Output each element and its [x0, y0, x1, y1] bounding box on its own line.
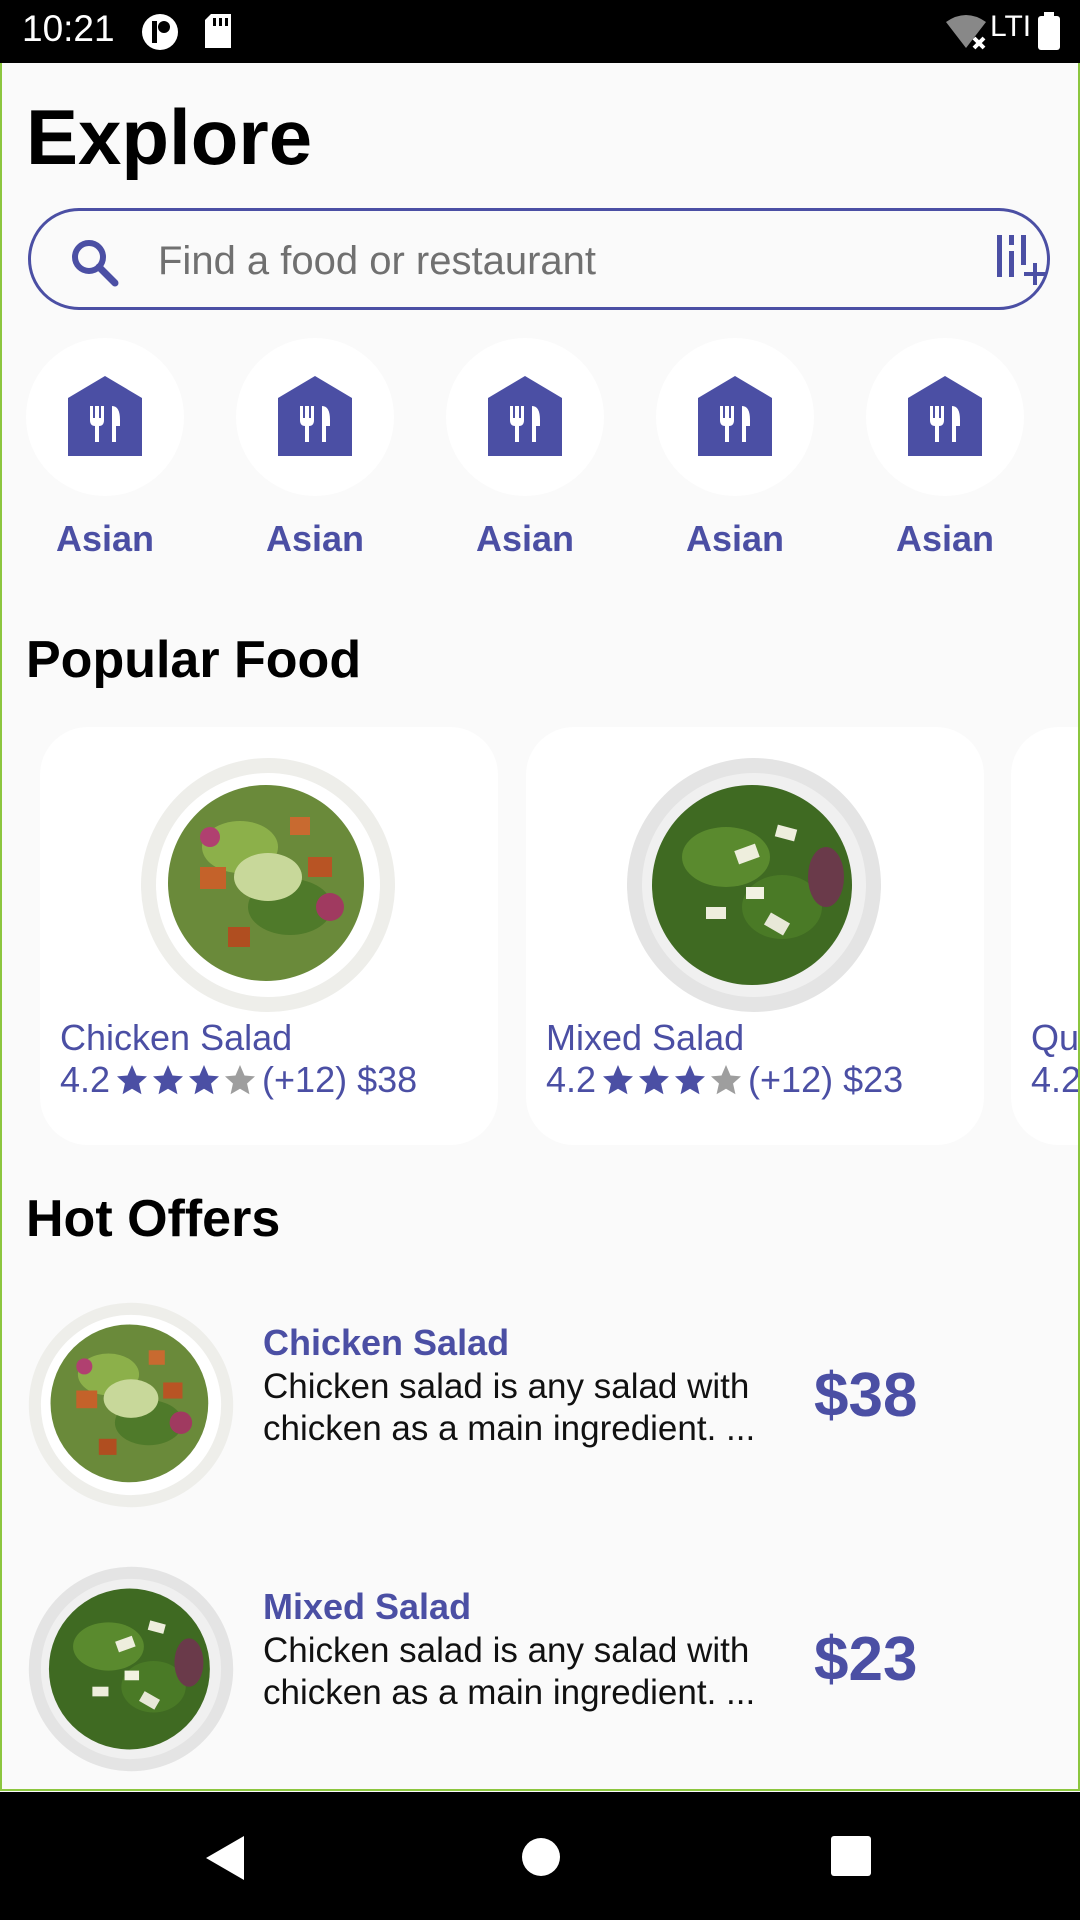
offer-description-line: Chicken salad is any salad with [263, 1367, 750, 1406]
popular-food-card[interactable]: Mixed Salad 4.2 (+12) $23 [526, 727, 984, 1145]
category-circle[interactable] [236, 338, 394, 496]
page-title: Explore [26, 93, 313, 181]
food-price: $38 [357, 1059, 418, 1100]
offer-item[interactable]: Chicken Salad Chicken salad is any salad… [0, 1302, 1076, 1512]
offer-description-line: Chicken salad is any salad with [263, 1631, 750, 1670]
food-meta: 4.2 (+12) $38 [60, 1059, 417, 1101]
food-reviews: (+12) [262, 1059, 348, 1100]
offer-price: $38 [814, 1361, 918, 1430]
offer-price: $23 [814, 1625, 918, 1694]
search-input[interactable] [156, 231, 940, 291]
category-label: Asian [475, 518, 575, 559]
star-icon [603, 1065, 634, 1095]
recents-icon[interactable] [831, 1836, 871, 1876]
food-name: Mixed Salad [546, 1017, 745, 1058]
offer-image-mixed-salad [28, 1566, 234, 1772]
restaurant-icon [488, 376, 562, 456]
offer-name: Chicken Salad [263, 1322, 510, 1363]
battery-icon [1038, 12, 1060, 50]
food-image-mixed-salad [627, 758, 881, 1012]
category-label: Asian [265, 518, 365, 559]
category-item[interactable]: Asian [236, 338, 394, 560]
food-rating: 4.2 [60, 1059, 111, 1100]
offer-item[interactable]: Mixed Salad Chicken salad is any salad w… [0, 1566, 1076, 1776]
offer-description-line: chicken as a main ingredient. ... [263, 1673, 756, 1712]
category-circle[interactable] [656, 338, 814, 496]
category-label: Asian [895, 518, 995, 559]
wifi-icon [946, 15, 986, 50]
star-empty-icon [711, 1065, 742, 1095]
category-item[interactable]: Asian [446, 338, 604, 560]
back-icon[interactable] [204, 1834, 248, 1882]
sd-card-icon [205, 14, 231, 48]
offer-description: Chicken salad is any salad with chicken … [263, 1630, 773, 1714]
status-time: 10:21 [22, 8, 115, 49]
food-image-chicken-salad [141, 758, 395, 1012]
filter-icon[interactable] [993, 233, 1047, 287]
food-price: $23 [843, 1059, 904, 1100]
star-icon [117, 1065, 148, 1095]
category-label: Asian [685, 518, 785, 559]
rating-stars [600, 1062, 744, 1098]
star-icon [189, 1065, 220, 1095]
offers-heading: Hot Offers [26, 1190, 281, 1248]
notification-icon [142, 14, 178, 50]
food-reviews: (+12) [748, 1059, 834, 1100]
restaurant-icon [908, 376, 982, 456]
restaurant-icon [698, 376, 772, 456]
network-type: LTI [990, 10, 1032, 43]
search-bar[interactable] [28, 208, 1050, 310]
food-meta: 4.2 (+12) $23 [546, 1059, 903, 1101]
restaurant-icon [68, 376, 142, 456]
offer-image-chicken-salad [28, 1302, 234, 1508]
star-icon [639, 1065, 670, 1095]
star-empty-icon [225, 1065, 256, 1095]
food-name: Chicken Salad [60, 1017, 293, 1058]
category-item[interactable]: Asian [656, 338, 814, 560]
rating-stars [114, 1062, 258, 1098]
food-meta: 4.2 [1031, 1059, 1078, 1101]
food-rating: 4.2 [546, 1059, 597, 1100]
offer-description: Chicken salad is any salad with chicken … [263, 1366, 773, 1450]
popular-food-card[interactable]: Chicken Salad 4.2 (+12) $38 [40, 727, 498, 1145]
food-rating: 4.2 [1031, 1059, 1078, 1100]
home-icon[interactable] [520, 1836, 562, 1878]
star-icon [675, 1065, 706, 1095]
category-circle[interactable] [446, 338, 604, 496]
offer-name: Mixed Salad [263, 1586, 472, 1627]
category-circle[interactable] [26, 338, 184, 496]
category-circle[interactable] [866, 338, 1024, 496]
category-label: Asian [55, 518, 155, 559]
restaurant-icon [278, 376, 352, 456]
popular-heading: Popular Food [26, 631, 362, 689]
category-item[interactable]: Asian [26, 338, 184, 560]
star-icon [153, 1065, 184, 1095]
category-item[interactable]: Asian [866, 338, 1024, 560]
popular-food-card[interactable]: Qu 4.2 [1011, 727, 1078, 1145]
offer-description-line: chicken as a main ingredient. ... [263, 1409, 756, 1448]
search-icon[interactable] [69, 237, 121, 289]
navigation-bar [0, 1792, 1080, 1920]
food-name: Qu [1031, 1017, 1078, 1058]
status-bar: 10:21 LTI [0, 0, 1080, 63]
